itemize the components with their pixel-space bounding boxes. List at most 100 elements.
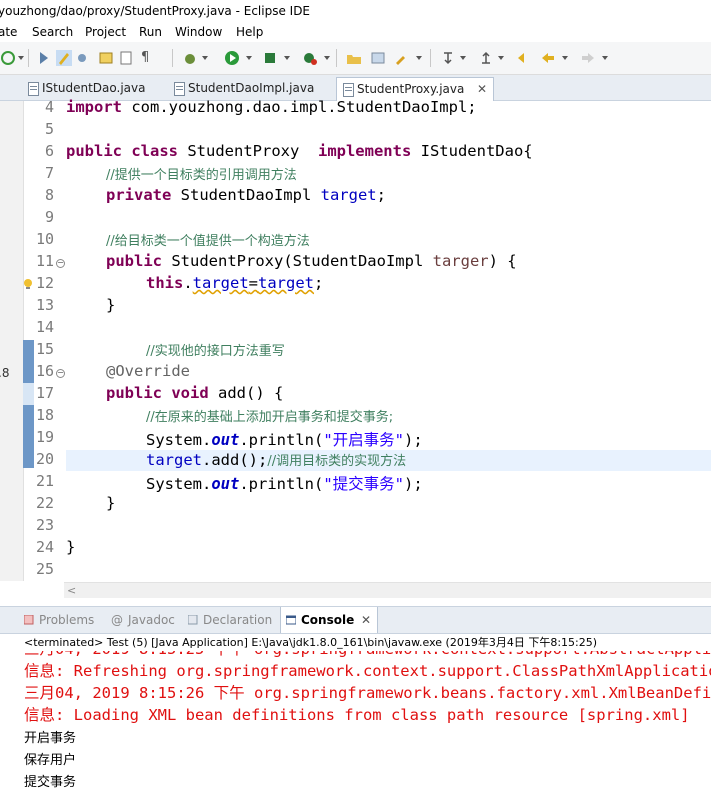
debug-dropdown-icon[interactable] <box>202 56 208 60</box>
line-number: 8 <box>44 186 54 204</box>
coverage-dropdown-icon[interactable] <box>284 56 290 60</box>
problems-icon <box>24 615 34 625</box>
line-number: 23 <box>35 516 54 534</box>
scroll-left-icon[interactable]: < <box>67 584 76 597</box>
code-line: public void add() { <box>106 384 284 402</box>
menu-item-help[interactable]: Help <box>236 22 263 42</box>
code-comment: //给目标类一个值提供一个构造方法 <box>106 234 310 249</box>
code-line: this.target=target; <box>146 274 324 292</box>
close-console-icon[interactable]: ✕ <box>361 607 371 633</box>
menu-item-project[interactable]: Project <box>85 22 126 42</box>
console-line: 信息: Refreshing org.springframework.conte… <box>24 662 711 680</box>
window-title: youzhong/dao/proxy/StudentProxy.java - E… <box>0 4 311 18</box>
fold-collapse-icon[interactable]: − <box>56 369 65 378</box>
panel-tab-bar: Problems @ Javadoc Declaration Console ✕ <box>0 606 711 634</box>
toolbar-separator <box>28 49 29 67</box>
back-dropdown-icon[interactable] <box>562 56 568 60</box>
search-icon[interactable] <box>394 50 410 66</box>
line-number: 10 <box>35 230 54 248</box>
line-number: 7 <box>44 164 54 182</box>
menu-item-search[interactable]: Search <box>32 22 73 42</box>
code-line: System.out.println("提交事务"); <box>146 475 423 493</box>
line-number: 12 <box>35 274 54 292</box>
line-number: 20 <box>35 450 54 468</box>
editor-horizontal-scrollbar[interactable]: < <box>64 582 711 598</box>
console-output[interactable]: 三月04, 2019 8:15:25 下午 org.springframewor… <box>24 651 711 792</box>
line-number: 4 <box>44 98 54 116</box>
pilcrow-icon[interactable]: ¶ <box>141 50 157 66</box>
toolbar-separator <box>430 49 431 67</box>
line-number: 25 <box>35 560 54 578</box>
tab-javadoc[interactable]: @ Javadoc <box>111 607 175 633</box>
search-dropdown-icon[interactable] <box>416 56 422 60</box>
run-icon[interactable] <box>224 50 240 66</box>
back-icon[interactable] <box>540 50 556 66</box>
code-line: import com.youzhong.dao.impl.StudentDaoI… <box>66 98 477 116</box>
outline-icon[interactable] <box>118 50 134 66</box>
close-tab-icon[interactable]: ✕ <box>477 78 487 101</box>
coverage-icon[interactable] <box>262 50 278 66</box>
tab-studentdaoimpl[interactable]: StudentDaoImpl.java <box>168 77 328 100</box>
java-file-icon <box>174 82 185 96</box>
java-file-icon <box>28 82 39 96</box>
refresh-dropdown-icon[interactable] <box>18 56 24 60</box>
javadoc-icon: @ <box>111 613 123 627</box>
console-line: 保存用户 <box>24 753 77 768</box>
tab-istudentdao[interactable]: IStudentDao.java <box>22 77 162 100</box>
run-dropdown-icon[interactable] <box>246 56 252 60</box>
code-line: public class StudentProxy implements ISt… <box>66 142 533 160</box>
code-editor[interactable]: .8 4 5 6 7 8 9 10 11 12 13 14 15 16 17 1… <box>0 98 711 581</box>
code-comment: //在原来的基础上添加开启事务和提交事务; <box>146 410 394 425</box>
code-line: @Override <box>106 362 190 380</box>
console-line: 信息: Loading XML bean definitions from cl… <box>24 706 690 724</box>
console-line: 三月04, 2019 8:15:25 下午 org.springframewor… <box>24 651 711 659</box>
next-annotation-dropdown-icon[interactable] <box>460 56 466 60</box>
previous-annotation-icon[interactable] <box>478 50 494 66</box>
forward-icon[interactable] <box>580 50 596 66</box>
external-tools-icon[interactable] <box>302 50 318 66</box>
edit-icon[interactable] <box>98 50 114 66</box>
highlight-icon[interactable] <box>56 50 72 66</box>
forward-dropdown-icon[interactable] <box>602 56 608 60</box>
breakpoint-icon[interactable] <box>76 50 92 66</box>
window-title-bar: youzhong/dao/proxy/StudentProxy.java - E… <box>0 0 711 22</box>
line-number: 24 <box>35 538 54 556</box>
debug-icon[interactable] <box>182 50 198 66</box>
line-number: 18 <box>35 406 54 424</box>
next-annotation-icon[interactable] <box>440 50 456 66</box>
tab-problems[interactable]: Problems <box>24 607 94 633</box>
console-line: 开启事务 <box>24 731 77 746</box>
debug-perspective-icon[interactable] <box>36 50 52 66</box>
line-number: 5 <box>44 120 54 138</box>
left-view-marker: .8 <box>0 366 10 380</box>
fold-collapse-icon[interactable]: − <box>56 259 65 268</box>
last-edit-location-icon[interactable] <box>516 50 532 66</box>
code-line: } <box>66 538 76 556</box>
line-number: 15 <box>35 340 54 358</box>
code-comment: //实现他的接口方法重写 <box>146 344 285 359</box>
line-number: 19 <box>35 428 54 446</box>
open-task-icon[interactable] <box>370 50 386 66</box>
previous-annotation-dropdown-icon[interactable] <box>498 56 504 60</box>
line-number: 11 <box>35 252 54 270</box>
menu-item-edit[interactable]: ate <box>0 22 17 42</box>
tab-console[interactable]: Console ✕ <box>280 607 378 633</box>
external-tools-dropdown-icon[interactable] <box>324 56 330 60</box>
editor-ruler <box>0 101 24 581</box>
menu-item-window[interactable]: Window <box>175 22 222 42</box>
line-number: 14 <box>35 318 54 336</box>
line-number: 21 <box>35 472 54 490</box>
menu-bar: ate Search Project Run Window Help <box>0 22 711 42</box>
refresh-icon[interactable] <box>0 50 16 66</box>
code-line: public StudentProxy(StudentDaoImpl targe… <box>106 252 517 270</box>
main-toolbar: ¶ <box>0 42 711 75</box>
line-number: 17 <box>35 384 54 402</box>
console-line: 提交事务 <box>24 775 77 790</box>
code-line: System.out.println("开启事务"); <box>146 431 423 449</box>
menu-item-run[interactable]: Run <box>139 22 162 42</box>
line-number: 22 <box>35 494 54 512</box>
code-comment: //提供一个目标类的引用调用方法 <box>106 168 297 183</box>
tab-declaration[interactable]: Declaration <box>188 607 272 633</box>
line-number: 16 <box>35 362 54 380</box>
open-type-icon[interactable] <box>346 50 362 66</box>
